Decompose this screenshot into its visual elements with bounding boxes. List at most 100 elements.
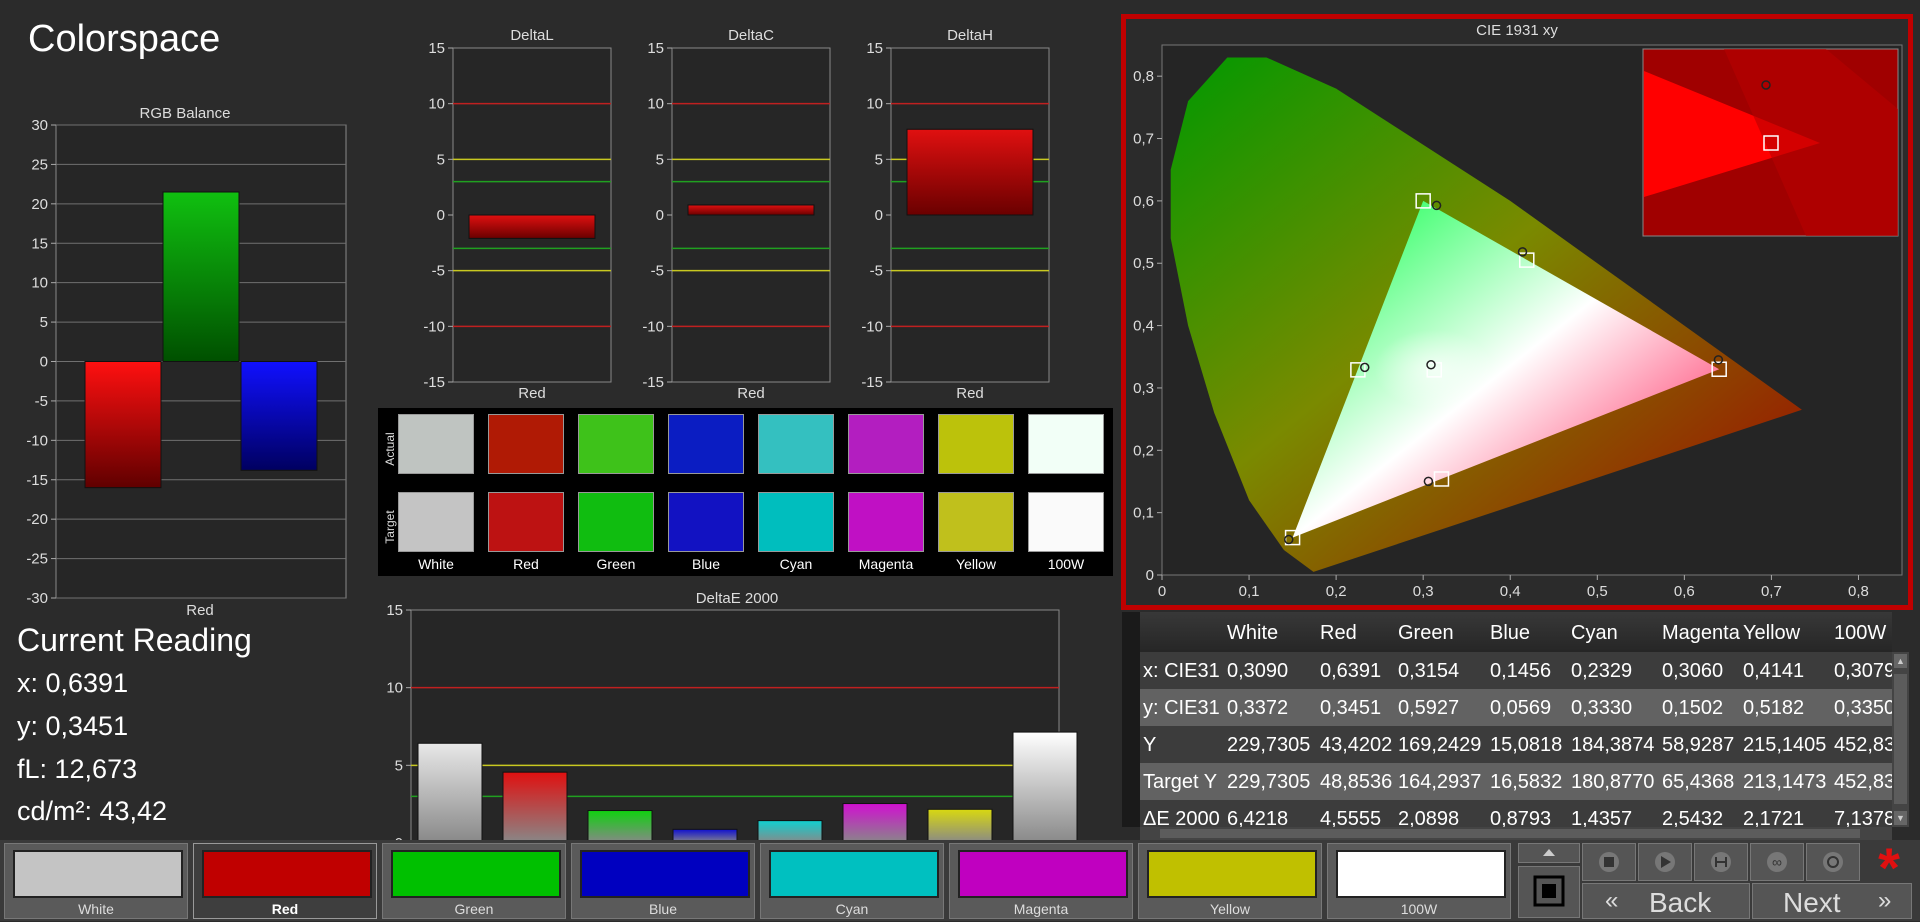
table-cell: 0,4141: [1743, 660, 1805, 682]
swatch-button-green[interactable]: Green: [382, 843, 566, 919]
double-chevron-left-icon: «: [1605, 887, 1619, 914]
delta-h-bar: [906, 128, 1034, 216]
target-swatch-100w: [1028, 492, 1104, 552]
swatch-button-100w[interactable]: 100W: [1327, 843, 1511, 919]
table-cell: 213,1473: [1743, 771, 1827, 793]
target-swatch-blue: [668, 492, 744, 552]
rgb-ytick-label: 5: [40, 314, 48, 331]
step-button[interactable]: [1694, 843, 1748, 881]
table-cell: 0,3079: [1834, 660, 1892, 682]
target-swatch-cyan: [758, 492, 834, 552]
table-cell: 229,7305: [1227, 771, 1311, 793]
deltae-bar-100w: [1012, 731, 1078, 840]
collapse-up-button[interactable]: [1518, 843, 1580, 863]
back-label: Back: [1649, 887, 1712, 918]
table-header-cell: White: [1227, 622, 1279, 644]
reading-y: y: 0,3451: [17, 711, 129, 741]
stop-measure-button[interactable]: [1518, 866, 1580, 918]
deltae-ytick-label: 10: [386, 680, 403, 697]
delta-ytick-label: -5: [651, 263, 664, 280]
scroll-down-arrow[interactable]: ▼: [1894, 811, 1907, 825]
table-row-label: y: CIE31: [1143, 697, 1220, 719]
table-cell: 452,83: [1834, 734, 1892, 756]
deltae-bar-cyan: [757, 820, 823, 840]
swatch-label: Green: [596, 556, 636, 572]
table-cell: 15,0818: [1490, 734, 1563, 756]
swatch-button-blue[interactable]: Blue: [571, 843, 755, 919]
white-point-glow: [1374, 329, 1495, 410]
deltae-chart: DeltaE 2000 151050 WhiteRedGreenBlueCyan…: [386, 590, 1078, 840]
rgb-bar-b: [240, 361, 318, 471]
table-cell: 0,5927: [1398, 697, 1460, 719]
scroll-up-arrow[interactable]: ▲: [1894, 654, 1907, 668]
delta-ytick-label: 5: [437, 151, 445, 168]
refresh-icon: [1823, 852, 1843, 872]
next-button[interactable]: Next »: [1752, 883, 1912, 919]
swatch-color: [391, 850, 561, 898]
actual-swatch-red: [488, 414, 564, 474]
cie-zoom-inset: [1642, 48, 1899, 237]
deltae-ytick-label: 5: [395, 757, 403, 774]
back-button[interactable]: « Back: [1582, 883, 1750, 919]
table-cell: 65,4368: [1662, 771, 1735, 793]
swatch-color: [1336, 850, 1506, 898]
swatch-label: Yellow: [956, 556, 996, 572]
swatch-button-cyan[interactable]: Cyan: [760, 843, 944, 919]
table-cell: 0,2329: [1571, 660, 1633, 682]
loop-button[interactable]: ∞: [1750, 843, 1804, 881]
table-horizontal-scrollbar[interactable]: [1140, 827, 1892, 840]
swatch-button-label: Green: [454, 901, 494, 917]
delta-ytick-label: 15: [428, 40, 445, 57]
delta-c-bar: [687, 204, 815, 216]
stop-button[interactable]: [1582, 843, 1636, 881]
cie-xtick-label: 0,5: [1587, 583, 1608, 600]
swatch-button-white[interactable]: White: [4, 843, 188, 919]
swatch-label: Red: [513, 556, 539, 572]
reading-x: x: 0,6391: [17, 668, 129, 698]
table-cell: 0,8793: [1490, 808, 1552, 827]
table-header-cell: Red: [1320, 622, 1357, 644]
rgb-ytick-label: -20: [26, 511, 48, 528]
deltae-bar-green: [587, 810, 653, 840]
scroll-thumb[interactable]: [1894, 674, 1907, 804]
table-cell: 4,5555: [1320, 808, 1382, 827]
swatch-label: White: [418, 556, 454, 572]
swatch-label: Blue: [691, 556, 721, 572]
table-cell: 184,3874: [1571, 734, 1655, 756]
swatch-button-label: 100W: [1400, 901, 1438, 917]
table-cell: 180,8770: [1571, 771, 1655, 793]
deltae-ytick-label: 15: [386, 602, 403, 619]
delta-ytick-label: 0: [875, 207, 883, 224]
table-cell: 229,7305: [1227, 734, 1311, 756]
delta-c-chart: DeltaC 15 10 5 0 -5 -10 -15 Red: [642, 27, 831, 402]
rgb-ytick-label: 30: [31, 117, 48, 134]
delta-h-title: DeltaH: [947, 27, 993, 44]
table-cell: 1,4357: [1571, 808, 1633, 827]
delta-ytick-label: 10: [647, 96, 664, 113]
rgb-ytick-label: -30: [26, 590, 48, 607]
swatch-label: Cyan: [779, 556, 813, 572]
swatch-button-magenta[interactable]: Magenta: [949, 843, 1133, 919]
delta-ytick-label: -10: [423, 318, 445, 335]
delta-ytick-label: 0: [656, 207, 664, 224]
rgb-bar-g: [162, 191, 240, 362]
table-cell: 0,3330: [1571, 697, 1633, 719]
table-vertical-scrollbar[interactable]: ▲ ▼: [1892, 652, 1909, 827]
swatch-color: [958, 850, 1128, 898]
swatch-button-red[interactable]: Red: [193, 843, 377, 919]
measurement-table: White Red Green Blue Cyan Magenta Yellow 100W x:…: [1122, 612, 1892, 827]
current-reading-title: Current Reading: [17, 622, 252, 658]
table-cell: 0,5182: [1743, 697, 1805, 719]
rgb-balance-title: RGB Balance: [140, 105, 231, 122]
swatch-color: [202, 850, 372, 898]
table-cell: 6,4218: [1227, 808, 1289, 827]
refresh-button[interactable]: [1806, 843, 1860, 881]
swatch-button-yellow[interactable]: Yellow: [1138, 843, 1322, 919]
hscroll-thumb[interactable]: [1160, 829, 1860, 838]
cie-title: CIE 1931 xy: [1476, 22, 1558, 39]
cie-xtick-label: 0: [1158, 583, 1166, 600]
cie-xtick-label: 0,3: [1413, 583, 1434, 600]
play-button[interactable]: [1638, 843, 1692, 881]
target-swatch-white: [398, 492, 474, 552]
reading-fl: fL: 12,673: [17, 754, 138, 784]
